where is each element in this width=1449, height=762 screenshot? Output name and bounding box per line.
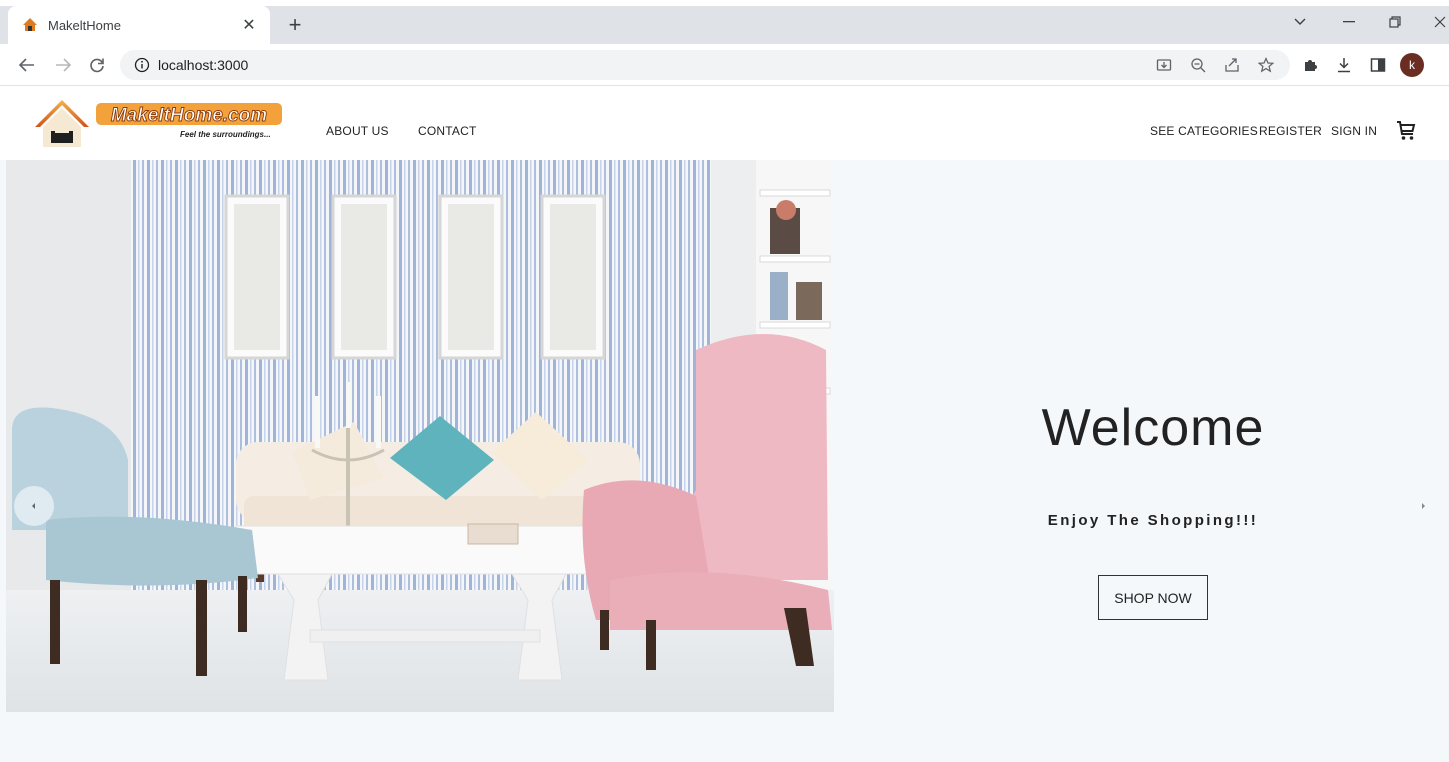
bookmark-star-icon[interactable] — [1254, 53, 1278, 77]
tab-search-chevron-icon[interactable] — [1285, 10, 1315, 34]
share-icon[interactable] — [1220, 53, 1244, 77]
restore-icon[interactable] — [1380, 10, 1410, 34]
nav-about-us-link[interactable]: ABOUT US — [326, 124, 389, 138]
hero-subtitle: Enjoy The Shopping!!! — [1047, 512, 1259, 529]
browser-tab-bar: MakeltHome ✕ + — [0, 0, 1449, 44]
svg-text:Feel the surroundings...: Feel the surroundings... — [180, 130, 271, 139]
download-icon[interactable] — [1332, 53, 1356, 77]
close-window-icon[interactable] — [1425, 10, 1449, 34]
house-favicon-icon — [23, 18, 37, 31]
nav-contact-link[interactable]: CONTACT — [418, 124, 477, 138]
url-text[interactable]: localhost:3000 — [158, 57, 248, 73]
chevron-right-icon — [1422, 503, 1425, 509]
carousel-next-button[interactable] — [1413, 496, 1433, 516]
address-bar[interactable]: localhost:3000 — [120, 50, 1290, 80]
hero-carousel: Welcome Enjoy The Shopping!!! SHOP NOW — [0, 160, 1449, 762]
site-header: MakeItHome.com Feel the surroundings... … — [0, 87, 1449, 160]
extensions-puzzle-icon[interactable] — [1298, 53, 1322, 77]
site-info-icon[interactable] — [134, 57, 150, 73]
minimize-icon[interactable] — [1334, 10, 1364, 34]
browser-tab[interactable]: MakeltHome ✕ — [8, 6, 270, 44]
tab-close-icon[interactable]: ✕ — [238, 14, 260, 36]
cart-icon[interactable] — [1396, 120, 1416, 142]
back-arrow-icon[interactable] — [14, 52, 40, 78]
nav-register-link[interactable]: REGISTER — [1259, 124, 1322, 138]
living-room-photo — [6, 160, 834, 712]
nav-sign-in-link[interactable]: SIGN IN — [1331, 124, 1377, 138]
shop-now-button[interactable]: SHOP NOW — [1098, 575, 1208, 620]
forward-arrow-icon[interactable] — [50, 52, 76, 78]
install-app-icon[interactable] — [1152, 53, 1176, 77]
chevron-left-icon — [32, 503, 35, 509]
browser-toolbar: localhost:3000 k — [0, 44, 1449, 86]
new-tab-icon[interactable]: + — [282, 12, 308, 38]
zoom-icon[interactable] — [1186, 53, 1210, 77]
nav-see-categories-link[interactable]: SEE CATEGORIES — [1150, 124, 1258, 138]
reload-icon[interactable] — [84, 52, 110, 78]
carousel-prev-button[interactable] — [14, 486, 54, 526]
site-logo[interactable]: MakeItHome.com Feel the surroundings... — [34, 97, 284, 149]
profile-avatar[interactable]: k — [1400, 53, 1424, 77]
house-logo-icon: MakeItHome.com Feel the surroundings... — [35, 100, 282, 147]
side-panel-icon[interactable] — [1366, 53, 1390, 77]
svg-text:MakeItHome.com: MakeItHome.com — [111, 105, 267, 126]
hero-title: Welcome — [1041, 399, 1265, 457]
tab-title: MakeltHome — [48, 17, 121, 33]
